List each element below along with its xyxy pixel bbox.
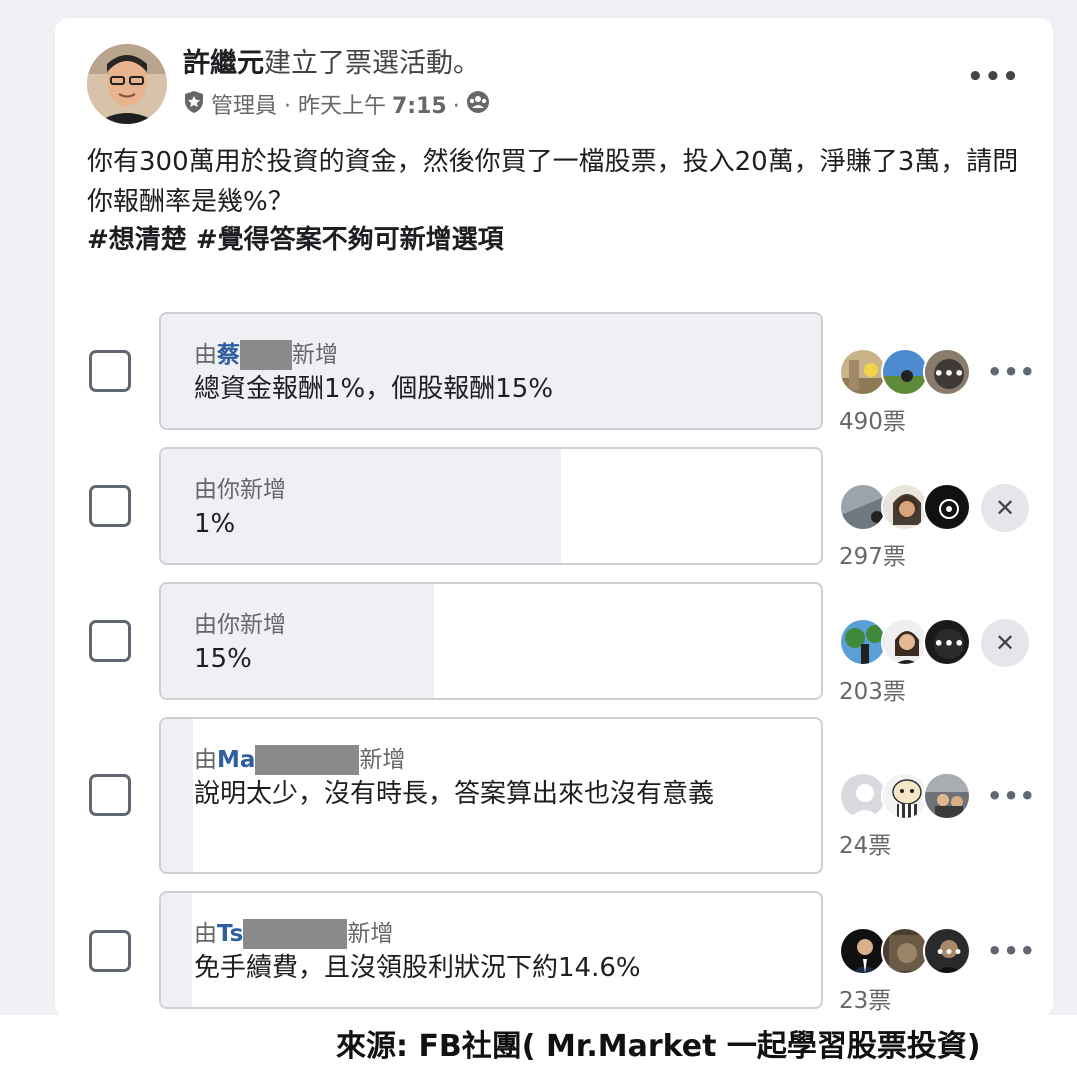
vote-count[interactable]: 203票 [839,672,906,706]
option-label: 總資金報酬1%，個股報酬15% [194,374,554,404]
post-meta: 管理員 · 昨天上午 7:15 · [183,90,490,124]
option-adder: 由你新增 [194,477,286,503]
option-adder: 由蔡 新增 [194,340,338,370]
voter-avatar: ••• [923,618,971,666]
adder-name-link[interactable]: Ts [217,921,243,947]
source-caption: 來源: FB社團( Mr.Market 一起學習股票投資) [0,1015,1077,1075]
vote-count[interactable]: 490票 [839,402,906,436]
remove-vote-close-icon[interactable]: ✕ [981,619,1029,667]
voter-avatar [839,483,887,531]
option-label: 免手續費，且沒領股利狀況下約14.6% [194,953,641,983]
poll-option[interactable]: 由Ts 新增 免手續費，且沒領股利狀況下約14.6% [159,891,823,1009]
option-checkbox[interactable] [89,930,131,972]
meta-separator: · [452,94,460,119]
adder-name-link[interactable]: Ma [217,747,255,773]
voter-avatar: ••• [923,927,971,975]
post-action-text: 建立了票選活動。 [264,48,480,79]
option-label: 說明太少，沒有時長，答案算出來也沒有意義 [194,779,715,809]
poll-post-card: 許繼元建立了票選活動。 管理員 · 昨天上午 7:15 · ••• 你有300萬用… [55,18,1053,1018]
voter-avatar [839,772,887,820]
voter-avatars[interactable] [839,483,971,531]
voter-avatar [881,483,929,531]
voter-avatar [923,772,971,820]
adder-name-link[interactable]: 蔡 [217,342,240,368]
author-name[interactable]: 許繼元 [183,48,264,79]
voter-avatar [881,348,929,396]
redacted-name [240,340,292,370]
svg-text:•••: ••• [936,945,963,961]
admin-shield-icon [183,90,205,124]
option-adder: 由你新增 [194,612,286,638]
voter-avatar [923,483,971,531]
redacted-name [243,919,348,949]
option-checkbox[interactable] [89,485,131,527]
option-checkbox[interactable] [89,774,131,816]
poll-question: 你有300萬用於投資的資金，然後你買了一檔股票，投入20萬，淨賺了3萬，請問你報… [87,147,1019,217]
redacted-name [255,745,360,775]
poll-option[interactable]: 由你新增 1% [159,447,823,565]
voter-avatars[interactable]: ••• [839,618,971,666]
voter-avatar [881,618,929,666]
post-role-date: 管理員 · 昨天上午 [211,94,386,119]
option-label: 1% [194,509,236,539]
voter-avatar [839,348,887,396]
svg-text:•••: ••• [934,364,965,383]
post-time[interactable]: 7:15 [392,91,447,123]
author-avatar[interactable] [87,44,167,124]
voter-avatar [881,772,929,820]
vote-count[interactable]: 24票 [839,826,891,860]
voter-avatar [839,618,887,666]
option-label: 15% [194,644,252,674]
vote-count[interactable]: 297票 [839,537,906,571]
remove-vote-close-icon[interactable]: ✕ [981,484,1029,532]
source-text: 來源: FB社團( Mr.Market 一起學習股票投資) [336,1029,981,1064]
voter-avatars[interactable]: ••• [839,927,971,975]
option-more-icon[interactable]: ••• [987,937,1036,965]
poll-option[interactable]: 由蔡 新增 總資金報酬1%，個股報酬15% [159,312,823,430]
option-more-icon[interactable]: ••• [987,782,1036,810]
option-more-icon[interactable]: ••• [987,358,1036,386]
voter-avatars[interactable] [839,772,971,820]
poll-option[interactable]: 由Ma 新增 說明太少，沒有時長，答案算出來也沒有意義 [159,717,823,874]
svg-text:•••: ••• [934,634,965,653]
option-checkbox[interactable] [89,350,131,392]
post-header: 許繼元建立了票選活動。 [183,46,480,82]
voter-avatar: ••• [923,348,971,396]
voter-avatars[interactable]: ••• [839,348,971,396]
group-audience-icon[interactable] [466,90,490,124]
option-adder: 由Ts 新增 [194,919,394,949]
vote-count[interactable]: 23票 [839,981,891,1015]
poll-hashtags[interactable]: #想清楚 #覺得答案不夠可新增選項 [87,220,504,260]
voter-avatar [839,927,887,975]
voter-avatar [881,927,929,975]
option-checkbox[interactable] [89,620,131,662]
post-more-options-icon[interactable]: ••• [967,62,1020,92]
poll-option[interactable]: 由你新增 15% [159,582,823,700]
option-adder: 由Ma 新增 [194,745,406,775]
